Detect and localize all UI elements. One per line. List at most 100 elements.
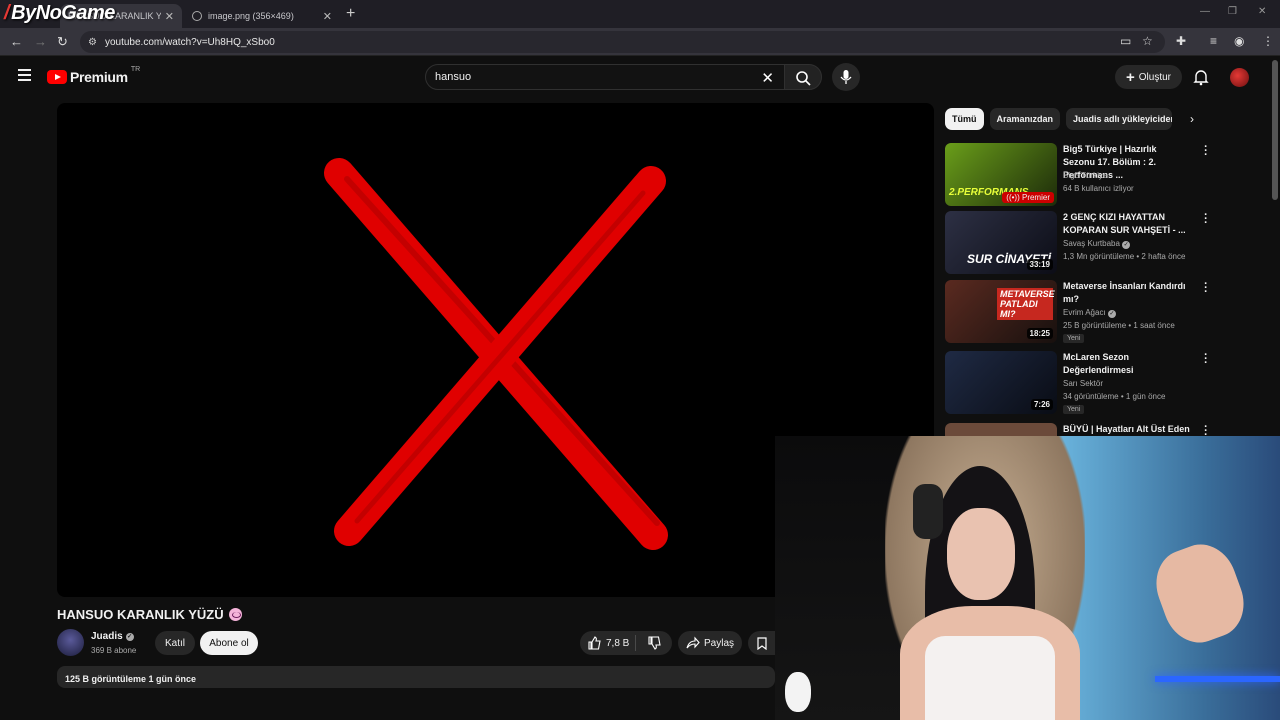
chip-from-search[interactable]: Aramanızdan	[989, 108, 1061, 130]
video-thumbnail[interactable]	[945, 423, 1057, 436]
clear-search-icon[interactable]: ✕	[761, 69, 774, 87]
duration-badge: 18:25	[1026, 328, 1053, 339]
video-title: HANSUO KARANLIK YÜZÜ	[57, 607, 242, 622]
cat-figure	[785, 672, 811, 712]
recommendation-item[interactable]: SUR CİNAYETİ 33:19 2 GENÇ KIZI HAYATTAN …	[945, 210, 1215, 275]
recommendation-title: BÜYÜ | Hayatları Alt Üst Eden	[1063, 424, 1190, 434]
video-thumbnail[interactable]: 2.PERFORMANS ((•)) Premier	[945, 143, 1057, 206]
microphone-icon	[840, 70, 852, 84]
emoji-icon	[228, 608, 242, 621]
dislike-button[interactable]	[636, 636, 672, 650]
duration-badge: 33:19	[1026, 259, 1053, 270]
recommendation-meta: 1,3 Mn görüntüleme • 2 hafta önce	[1063, 252, 1186, 261]
verified-check-icon: ✓	[125, 632, 134, 641]
streamer-hand	[1146, 535, 1254, 652]
browser-tab-bar: HANSUO KARANLIK YÜZÜ ✕ image.png (356×46…	[0, 0, 1280, 28]
forward-icon[interactable]: →	[34, 34, 47, 49]
views-date: 125 B görüntüleme 1 gün önce	[65, 674, 197, 684]
close-window-icon[interactable]: ✕	[1258, 6, 1266, 17]
more-options-icon[interactable]: · · ·	[1203, 423, 1209, 436]
webcam-overlay	[775, 436, 1280, 720]
channel-avatar[interactable]	[57, 629, 84, 656]
create-button[interactable]: + Oluştur	[1115, 65, 1182, 89]
video-thumbnail[interactable]: SUR CİNAYETİ 33:19	[945, 211, 1057, 274]
video-thumbnail[interactable]: METAVERSE PATLADI MI? 18:25	[945, 280, 1057, 343]
video-thumbnail[interactable]: 7:26	[945, 351, 1057, 414]
logo-text: Premium	[70, 69, 128, 85]
more-options-icon[interactable]: · · ·	[1203, 279, 1209, 298]
notifications-bell-icon[interactable]	[1193, 69, 1209, 86]
recommendation-meta: 34 görüntüleme • 1 gün önce	[1063, 392, 1166, 401]
recommendation-title: McLaren Sezon Değerlendirmesi	[1063, 352, 1134, 375]
more-options-icon[interactable]: · · ·	[1203, 210, 1209, 229]
streamer-top	[925, 636, 1055, 720]
recommendation-channel: Sarı Sektör	[1063, 379, 1104, 388]
minimize-icon[interactable]: —	[1200, 6, 1210, 17]
youtube-logo[interactable]: Premium TR	[47, 65, 141, 85]
menu-icon[interactable]: ⋮	[1262, 34, 1274, 48]
tab-close-icon[interactable]: ✕	[323, 10, 332, 23]
country-code: TR	[130, 65, 141, 73]
recommendation-item[interactable]: 7:26 McLaren Sezon Değerlendirmesi Sarı …	[945, 350, 1215, 415]
youtube-play-icon	[47, 70, 67, 84]
create-label: Oluştur	[1138, 71, 1171, 83]
voice-search-button[interactable]	[832, 63, 860, 91]
save-button[interactable]	[748, 631, 775, 655]
chip-from-uploader[interactable]: Juadis adlı yükleyiciden	[1066, 108, 1173, 130]
channel-name[interactable]: Juadis ✓	[91, 631, 134, 642]
scrollbar[interactable]	[1272, 60, 1278, 200]
share-button[interactable]: Paylaş	[678, 631, 742, 655]
bookmark-icon	[756, 636, 767, 650]
user-avatar[interactable]	[1230, 68, 1249, 87]
plus-icon: +	[1126, 68, 1135, 86]
recommendation-item[interactable]: BÜYÜ | Hayatları Alt Üst Eden · · ·	[945, 423, 1215, 436]
verified-check-icon: ✓	[1107, 310, 1116, 318]
search-button[interactable]	[784, 64, 822, 90]
new-tab-button[interactable]: +	[346, 5, 355, 23]
streamer-face	[947, 508, 1015, 600]
tab-close-icon[interactable]: ✕	[165, 10, 174, 23]
thumbs-up-icon	[588, 636, 601, 650]
led-lights	[1155, 676, 1280, 682]
subscribe-button[interactable]: Abone ol	[200, 631, 258, 655]
tab-search-icon[interactable]: ≡	[1210, 34, 1217, 48]
maximize-icon[interactable]: ❐	[1228, 6, 1237, 17]
share-arrow-icon	[686, 636, 700, 649]
search-input[interactable]: hansuo ✕	[425, 64, 785, 90]
tab-image[interactable]: image.png (356×469) ✕	[184, 4, 340, 28]
hamburger-menu-icon[interactable]	[18, 69, 31, 84]
headphones	[913, 484, 943, 539]
more-options-icon[interactable]: · · ·	[1203, 142, 1209, 161]
chevron-right-icon[interactable]: ›	[1190, 112, 1194, 126]
thumbs-down-icon	[648, 636, 661, 650]
description-box[interactable]: 125 B görüntüleme 1 gün önce	[57, 666, 775, 688]
like-button[interactable]: 7,8 B	[580, 635, 636, 651]
url-text: youtube.com/watch?v=Uh8HQ_xSbo0	[104, 36, 275, 48]
reload-icon[interactable]: ↻	[57, 34, 68, 50]
join-button[interactable]: Katıl	[155, 631, 195, 655]
filter-chips: Tümü Aramanızdan Juadis adlı yükleyicide…	[945, 108, 1173, 130]
recommendation-item[interactable]: 2.PERFORMANS ((•)) Premier Big5 Türkiye …	[945, 142, 1215, 207]
like-dislike-group: 7,8 B	[580, 631, 672, 655]
chip-all[interactable]: Tümü	[945, 108, 984, 130]
globe-icon	[192, 11, 202, 21]
url-field[interactable]: ⚙ youtube.com/watch?v=Uh8HQ_xSbo0	[80, 31, 1165, 53]
bookmark-star-icon[interactable]: ☆	[1142, 34, 1153, 48]
recommendation-channel: Big5 Türkiye	[1063, 171, 1108, 180]
recommendation-title: 2 GENÇ KIZI HAYATTAN KOPARAN SUR VAHŞETİ…	[1063, 212, 1186, 235]
search-query: hansuo	[435, 71, 472, 83]
profile-icon[interactable]: ◉	[1234, 34, 1244, 48]
back-icon[interactable]: ←	[10, 34, 23, 49]
address-bar: ← → ↻ ⚙ youtube.com/watch?v=Uh8HQ_xSbo0 …	[0, 28, 1280, 56]
youtube-header: Premium TR hansuo ✕ + Oluştur	[0, 56, 1280, 100]
cast-icon[interactable]: ▭	[1120, 34, 1131, 48]
search-icon	[796, 71, 811, 86]
recommendation-item[interactable]: METAVERSE PATLADI MI? 18:25 Metaverse İn…	[945, 279, 1215, 344]
more-options-icon[interactable]: · · ·	[1203, 350, 1209, 369]
extensions-icon[interactable]: ✚	[1176, 34, 1186, 48]
site-info-icon[interactable]: ⚙	[88, 37, 97, 48]
like-count: 7,8 B	[606, 637, 630, 649]
thumb-text: METAVERSE PATLADI MI?	[997, 288, 1055, 320]
recommendation-channel: Savaş Kurtbaba ✓	[1063, 239, 1131, 249]
new-badge: Yeni	[1063, 405, 1085, 414]
